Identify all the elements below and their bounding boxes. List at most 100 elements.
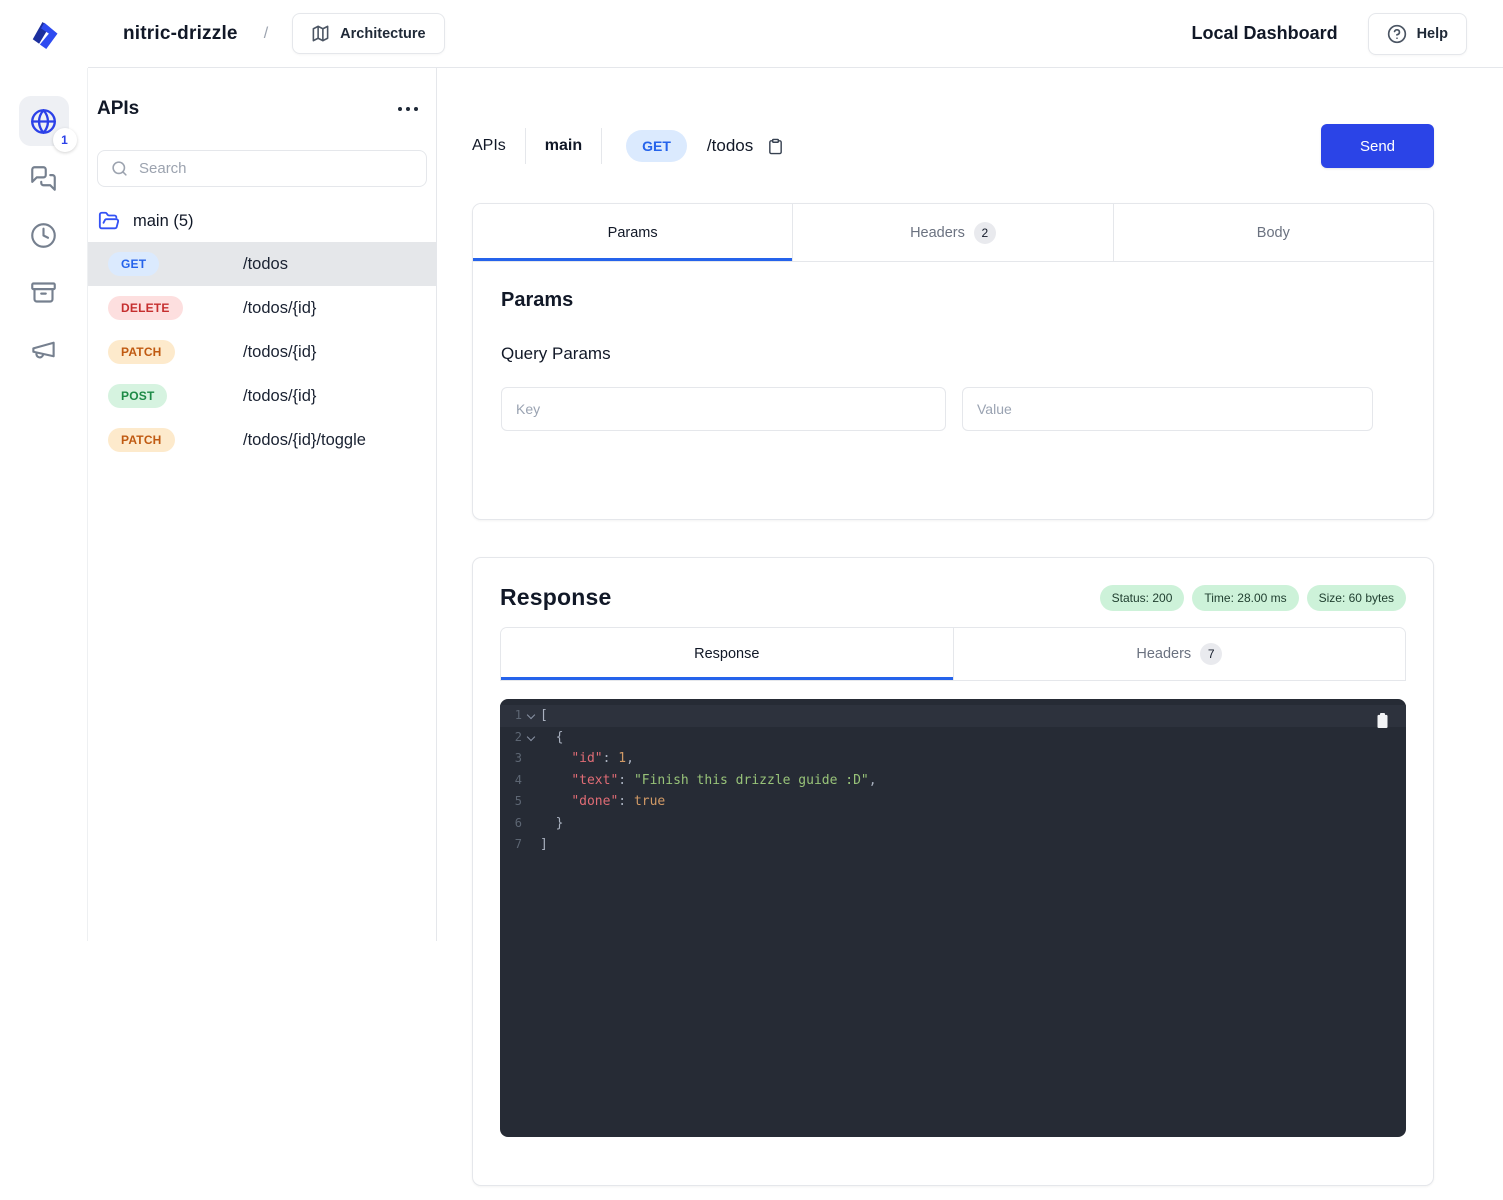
architecture-button-label: Architecture — [340, 26, 425, 42]
rail-item-websockets[interactable] — [19, 153, 69, 203]
method-badge: DELETE — [108, 296, 183, 320]
response-tab-headers[interactable]: Headers7 — [953, 628, 1406, 681]
query-param-key-input[interactable] — [501, 387, 946, 431]
app-root: nitric-drizzle / Architecture Local Dash… — [0, 0, 1503, 1200]
clipboard-filled-icon — [1375, 712, 1390, 729]
copy-path-button[interactable] — [767, 137, 784, 156]
line-number: 6 — [500, 813, 522, 835]
rail-item-storage[interactable] — [19, 267, 69, 317]
query-param-value-input[interactable] — [962, 387, 1373, 431]
fold-gutter — [522, 813, 540, 835]
ellipsis-icon — [398, 107, 402, 111]
endpoint-row[interactable]: PATCH/todos/{id}/toggle — [88, 418, 436, 462]
status-badge: Size: 60 bytes — [1307, 585, 1406, 611]
tab-count-badge: 7 — [1200, 643, 1222, 665]
response-card: Response Status: 200Time: 28.00 msSize: … — [472, 557, 1434, 1186]
tab-count-badge: 2 — [974, 222, 996, 244]
fold-gutter — [522, 770, 540, 792]
endpoint-path: /todos/{id} — [243, 299, 316, 318]
request-method-badge: GET — [626, 130, 687, 162]
code-text: "done": true — [540, 791, 665, 813]
code-lines: 1[2 {3 "id": 1,4 "text": "Finish this dr… — [500, 705, 1406, 856]
line-number: 7 — [500, 834, 522, 856]
apis-sidebar-header: APIs — [88, 98, 436, 120]
breadcrumb-divider — [525, 128, 526, 164]
line-number: 5 — [500, 791, 522, 813]
params-title: Params — [501, 289, 1405, 312]
megaphone-icon — [30, 336, 57, 363]
method-badge-cell: PATCH — [108, 340, 243, 364]
help-button[interactable]: Help — [1368, 13, 1467, 55]
response-editor[interactable]: 1[2 {3 "id": 1,4 "text": "Finish this dr… — [500, 699, 1406, 1137]
send-button[interactable]: Send — [1321, 124, 1434, 168]
line-number: 3 — [500, 748, 522, 770]
endpoint-path: /todos — [243, 255, 288, 274]
query-param-row — [501, 387, 1405, 431]
code-text: } — [540, 813, 563, 835]
fold-gutter — [522, 834, 540, 856]
breadcrumb-divider — [601, 128, 602, 164]
apis-sidebar: APIs main (5) GET/todosDELETE/todos/{id}… — [88, 68, 437, 941]
code-text: [ — [540, 705, 548, 727]
rail-item-topics[interactable] — [19, 324, 69, 374]
code-text: { — [540, 727, 563, 749]
clock-icon — [30, 222, 57, 249]
endpoint-row[interactable]: POST/todos/{id} — [88, 374, 436, 418]
rail-item-schedules[interactable] — [19, 210, 69, 260]
fold-chevron-icon[interactable] — [522, 727, 540, 749]
architecture-button[interactable]: Architecture — [292, 13, 444, 54]
local-dashboard-label: Local Dashboard — [1192, 23, 1338, 44]
response-tab-response[interactable]: Response — [501, 628, 953, 681]
code-line: 2 { — [500, 727, 1406, 749]
code-text: "id": 1, — [540, 748, 634, 770]
rail-item-apis[interactable]: 1 — [19, 96, 69, 146]
apis-sidebar-title: APIs — [97, 98, 139, 120]
code-text: ] — [540, 834, 548, 856]
map-icon — [311, 24, 330, 43]
project-title: nitric-drizzle — [123, 23, 238, 45]
query-params-title: Query Params — [501, 344, 1405, 364]
code-line: 5 "done": true — [500, 791, 1406, 813]
breadcrumb-apis: APIs — [472, 137, 506, 155]
help-circle-icon — [1387, 24, 1407, 44]
clipboard-icon — [767, 137, 784, 156]
response-tabs: ResponseHeaders7 — [500, 627, 1406, 681]
method-badge: GET — [108, 252, 159, 276]
endpoint-row[interactable]: PATCH/todos/{id} — [88, 330, 436, 374]
archive-icon — [30, 279, 57, 306]
endpoint-row[interactable]: GET/todos — [88, 242, 436, 286]
response-title: Response — [500, 584, 612, 611]
fold-chevron-icon[interactable] — [522, 705, 540, 727]
request-card: ParamsHeaders2Body Params Query Params — [472, 203, 1434, 520]
method-badge-cell: GET — [108, 252, 243, 276]
response-header: Response Status: 200Time: 28.00 msSize: … — [500, 584, 1406, 611]
endpoint-path: /todos/{id} — [243, 387, 316, 406]
params-panel: Params Query Params — [473, 262, 1433, 458]
request-tab-params[interactable]: Params — [473, 204, 792, 262]
code-line: 7] — [500, 834, 1406, 856]
search-input[interactable] — [139, 160, 413, 177]
api-folder-row[interactable]: main (5) — [98, 210, 436, 232]
request-tab-headers[interactable]: Headers2 — [792, 204, 1112, 262]
endpoint-row[interactable]: DELETE/todos/{id} — [88, 286, 436, 330]
line-number: 4 — [500, 770, 522, 792]
method-badge: POST — [108, 384, 167, 408]
response-badges: Status: 200Time: 28.00 msSize: 60 bytes — [1100, 585, 1406, 611]
search-box — [97, 150, 427, 187]
line-number: 1 — [500, 705, 522, 727]
request-path: /todos — [707, 136, 753, 156]
globe-icon — [30, 108, 57, 135]
body-row: 1 — [0, 68, 1503, 1200]
request-tabs: ParamsHeaders2Body — [473, 204, 1433, 262]
fold-gutter — [522, 748, 540, 770]
method-badge: PATCH — [108, 340, 175, 364]
apis-menu-button[interactable] — [396, 101, 420, 117]
search-icon — [111, 160, 128, 177]
top-header: nitric-drizzle / Architecture Local Dash… — [0, 0, 1503, 68]
request-tab-body[interactable]: Body — [1113, 204, 1433, 262]
nitric-logo[interactable] — [0, 0, 88, 68]
code-line: 1[ — [500, 705, 1406, 727]
status-badge: Time: 28.00 ms — [1192, 585, 1298, 611]
copy-response-button[interactable] — [1375, 712, 1390, 729]
folder-open-icon — [98, 210, 120, 232]
